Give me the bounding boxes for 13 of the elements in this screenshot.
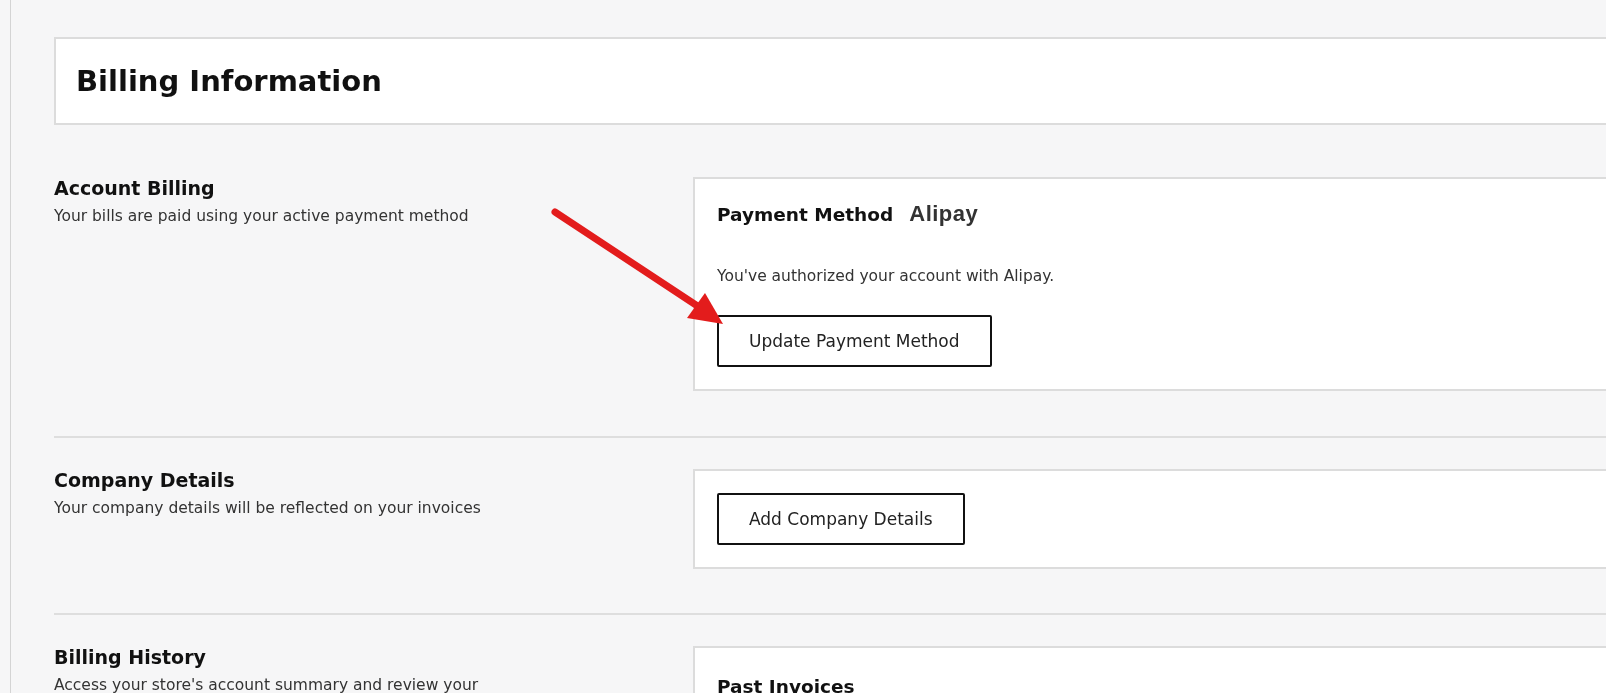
update-payment-button[interactable]: Update Payment Method	[717, 315, 992, 367]
section-description: Your bills are paid using your active payment method	[54, 207, 470, 225]
section-description: Your company details will be reflected on your invoices	[54, 499, 482, 517]
section-heading: Company Details	[54, 469, 236, 491]
section-heading: Account Billing	[54, 177, 216, 199]
section-heading: Billing History	[54, 646, 207, 668]
section-description: Access your store's account summary and review your	[54, 676, 480, 693]
card-text: You've authorized your account with Alipay.	[717, 267, 1056, 285]
add-company-button[interactable]: Add Company Details	[717, 493, 965, 545]
card-title: Past Invoices	[717, 676, 856, 693]
card-title: Payment Method	[717, 204, 894, 225]
page-title: Billing Information	[76, 64, 382, 98]
payment-logo: Alipay	[909, 201, 979, 227]
